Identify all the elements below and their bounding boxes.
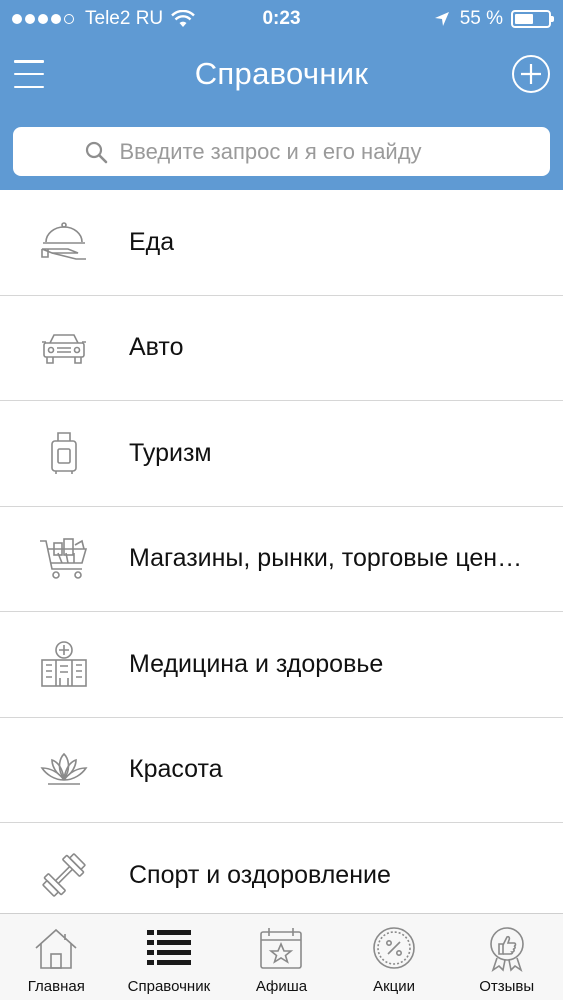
category-item-tourism[interactable]: Туризм	[0, 401, 563, 507]
calendar-star-icon	[260, 928, 303, 969]
nav-bar: Справочник	[0, 38, 563, 112]
search-bar[interactable]	[13, 127, 550, 176]
battery-icon	[511, 10, 554, 28]
tab-label: Акции	[373, 978, 416, 995]
category-item-sport[interactable]: Спорт и оздоровление	[0, 823, 563, 913]
food-cloche-icon	[41, 222, 86, 261]
tab-home[interactable]: Главная	[0, 914, 113, 1000]
home-icon	[35, 928, 77, 969]
hospital-icon	[41, 641, 87, 688]
category-label: Магазины, рынки, торговые центры	[129, 544, 529, 573]
search-input[interactable]	[119, 138, 480, 165]
list-icon	[146, 930, 191, 965]
shopping-cart-icon	[40, 537, 88, 579]
lotus-icon	[40, 752, 88, 785]
tab-events[interactable]: Афиша	[225, 914, 338, 1000]
tab-promotions[interactable]: Акции	[338, 914, 451, 1000]
battery-level	[515, 14, 533, 24]
plus-circle-icon[interactable]	[511, 54, 551, 94]
category-label: Еда	[129, 227, 175, 256]
car-icon	[42, 333, 86, 364]
category-label: Авто	[129, 333, 184, 362]
status-right: 55 %	[434, 8, 554, 30]
category-label: Спорт и оздоровление	[129, 860, 391, 889]
battery-percent: 55 %	[459, 8, 503, 29]
tab-bar: Главная Справочник Афиша Акции Отзывы	[0, 913, 563, 1000]
category-item-food[interactable]: Еда	[0, 190, 563, 296]
category-label: Красота	[129, 755, 223, 784]
percent-badge-icon	[373, 927, 415, 969]
status-bar: Tele2 RU 0:23 55 %	[0, 0, 563, 38]
category-label: Туризм	[129, 438, 212, 467]
category-item-beauty[interactable]: Красота	[0, 717, 563, 823]
search-icon	[85, 141, 107, 163]
location-arrow-icon	[434, 12, 449, 26]
page-title: Справочник	[194, 56, 369, 91]
category-list: Еда Авто Туризм Магазины, рынки, торговы…	[0, 190, 563, 913]
tab-directory[interactable]: Справочник	[113, 914, 226, 1000]
tab-label: Афиша	[255, 978, 308, 995]
tab-reviews[interactable]: Отзывы	[450, 914, 563, 1000]
thumbs-up-badge-icon	[489, 927, 524, 972]
category-item-medicine[interactable]: Медицина и здоровье	[0, 612, 563, 718]
tab-label: Отзывы	[479, 978, 535, 995]
suitcase-icon	[51, 432, 77, 475]
category-item-auto[interactable]: Авто	[0, 295, 563, 401]
tab-label: Главная	[27, 978, 85, 995]
app-header: Tele2 RU 0:23 55 % Справочник	[0, 0, 563, 190]
category-item-shops[interactable]: Магазины, рынки, торговые центры	[0, 506, 563, 612]
tab-label: Справочник	[127, 978, 211, 995]
category-label: Медицина и здоровье	[129, 649, 384, 678]
dumbbell-icon	[42, 853, 86, 897]
